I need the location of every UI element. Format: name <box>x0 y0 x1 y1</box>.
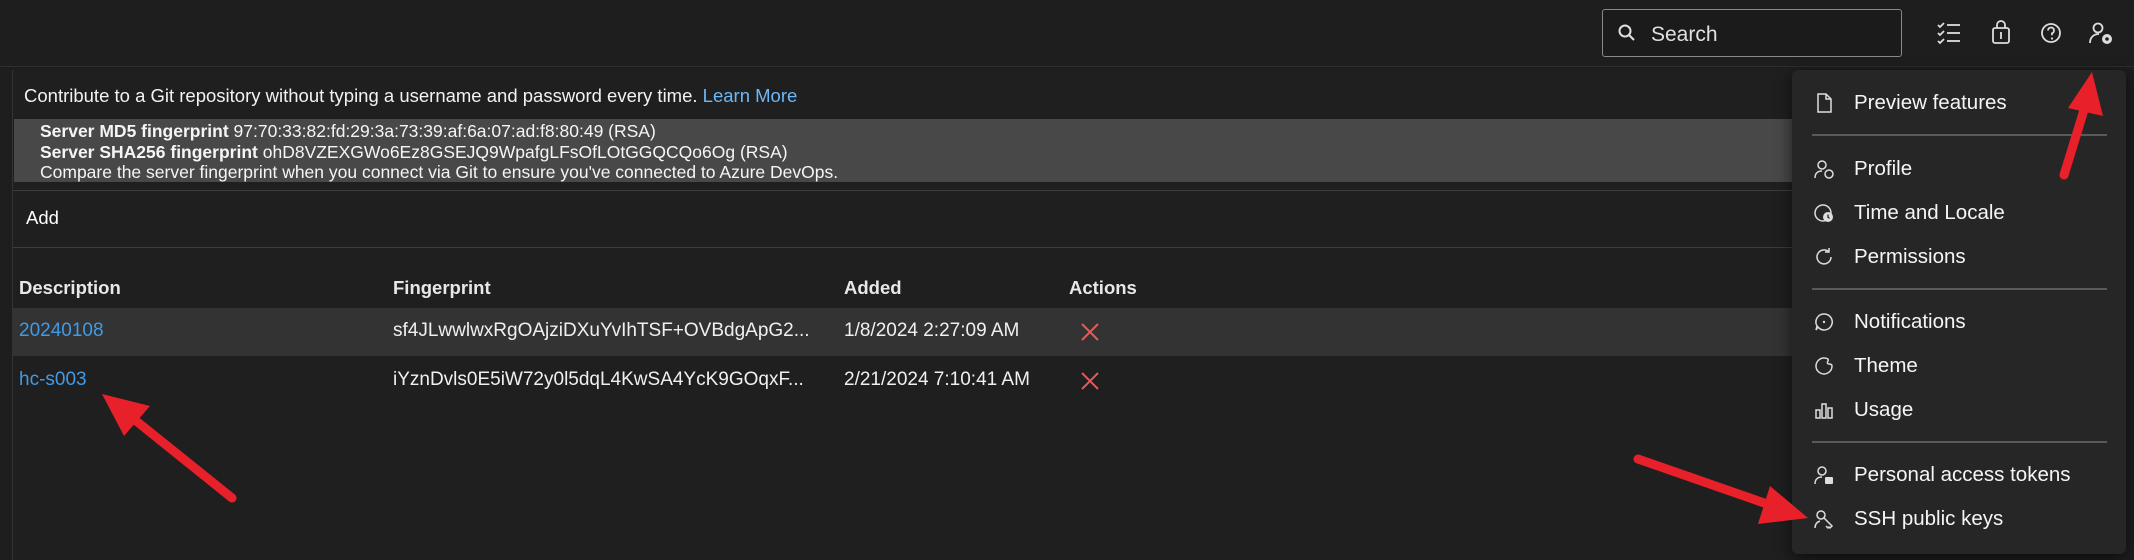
search-box[interactable]: Search <box>1602 9 1902 57</box>
shopping-bag-icon[interactable] <box>1986 18 2016 48</box>
key-fingerprint: sf4JLwwlwxRgOAjziDXuYvIhTSF+OVBdgApG2... <box>393 320 810 341</box>
top-bar: Search <box>0 0 2134 67</box>
column-actions: Actions <box>1069 277 1137 298</box>
theme-icon <box>1815 357 1833 375</box>
toolbar: Add <box>12 190 1812 248</box>
menu-item-preview-features[interactable]: Preview features <box>1792 83 2126 123</box>
menu-item-label: Personal access tokens <box>1854 463 2071 486</box>
help-icon[interactable] <box>2036 18 2066 48</box>
sha256-value: ohD8VZEXGWo6Ez8GSEJQ9WpafgLFsOfLOtGGQCQo… <box>262 142 788 162</box>
user-settings-menu: Preview features Profile Time and Locale… <box>1792 70 2126 554</box>
key-added: 1/8/2024 2:27:09 AM <box>844 320 1020 341</box>
menu-separator <box>1812 134 2107 136</box>
menu-item-permissions[interactable]: Permissions <box>1792 237 2126 277</box>
learn-more-link[interactable]: Learn More <box>703 85 798 106</box>
menu-item-label: Preview features <box>1854 91 2007 114</box>
key-added: 2/21/2024 7:10:41 AM <box>844 369 1030 390</box>
md5-fingerprint: Server MD5 fingerprint 97:70:33:82:fd:29… <box>40 121 656 142</box>
user-settings-icon[interactable] <box>2086 18 2116 48</box>
menu-item-label: Theme <box>1854 354 1918 377</box>
intro-text: Contribute to a Git repository without t… <box>24 85 797 107</box>
sha256-fingerprint: Server SHA256 fingerprint ohD8VZEXGWo6Ez… <box>40 142 788 163</box>
menu-item-personal-access-tokens[interactable]: Personal access tokens <box>1792 455 2126 495</box>
key-description-link[interactable]: hc-s003 <box>19 369 87 391</box>
profile-icon <box>1814 160 1834 179</box>
menu-item-label: SSH public keys <box>1854 507 2004 530</box>
notifications-icon <box>1815 313 1833 331</box>
menu-item-label: Notifications <box>1854 310 1966 333</box>
md5-label: Server MD5 fingerprint <box>40 121 229 141</box>
intro-description: Contribute to a Git repository without t… <box>24 85 698 106</box>
menu-item-profile[interactable]: Profile <box>1792 149 2126 189</box>
key-fingerprint: iYznDvls0E5iW72y0l5dqL4KwSA4YcK9GOqxF... <box>393 369 804 390</box>
menu-item-label: Usage <box>1854 398 1914 421</box>
menu-item-label: Permissions <box>1854 245 1966 268</box>
menu-item-label: Time and Locale <box>1854 201 2005 224</box>
delete-icon[interactable] <box>1078 369 1102 393</box>
fingerprint-box: Server MD5 fingerprint 97:70:33:82:fd:29… <box>14 119 1814 182</box>
ssh-keys-icon <box>1814 510 1834 530</box>
key-description-link[interactable]: 20240108 <box>19 320 104 342</box>
md5-value: 97:70:33:82:fd:29:3a:73:39:af:6a:07:ad:f… <box>233 121 656 141</box>
search-icon <box>1618 24 1635 41</box>
usage-icon <box>1815 403 1833 419</box>
column-fingerprint[interactable]: Fingerprint <box>393 277 491 299</box>
table-row[interactable]: hc-s003 iYznDvls0E5iW72y0l5dqL4KwSA4YcK9… <box>12 357 1812 405</box>
compare-note: Compare the server fingerprint when you … <box>40 162 839 182</box>
column-description[interactable]: Description <box>19 277 121 299</box>
time-locale-icon <box>1814 204 1833 222</box>
menu-item-notifications[interactable]: Notifications <box>1792 302 2126 342</box>
menu-separator <box>1812 288 2107 290</box>
menu-item-ssh-public-keys[interactable]: SSH public keys <box>1792 499 2126 539</box>
menu-separator <box>1812 441 2107 443</box>
menu-item-usage[interactable]: Usage <box>1792 390 2126 430</box>
menu-item-time-and-locale[interactable]: Time and Locale <box>1792 193 2126 233</box>
permissions-icon <box>1816 248 1832 265</box>
document-icon <box>1817 93 1832 113</box>
column-added[interactable]: Added <box>844 277 902 299</box>
add-button[interactable]: Add <box>26 207 59 229</box>
table-row[interactable]: 20240108 sf4JLwwlwxRgOAjziDXuYvIhTSF+OVB… <box>12 308 1812 356</box>
menu-item-label: Profile <box>1854 157 1913 180</box>
search-placeholder: Search <box>1651 23 1718 46</box>
sha256-label: Server SHA256 fingerprint <box>40 142 258 162</box>
task-list-icon[interactable] <box>1934 18 1964 48</box>
menu-item-theme[interactable]: Theme <box>1792 346 2126 386</box>
personal-access-tokens-icon <box>1814 466 1833 485</box>
delete-icon[interactable] <box>1078 320 1102 344</box>
